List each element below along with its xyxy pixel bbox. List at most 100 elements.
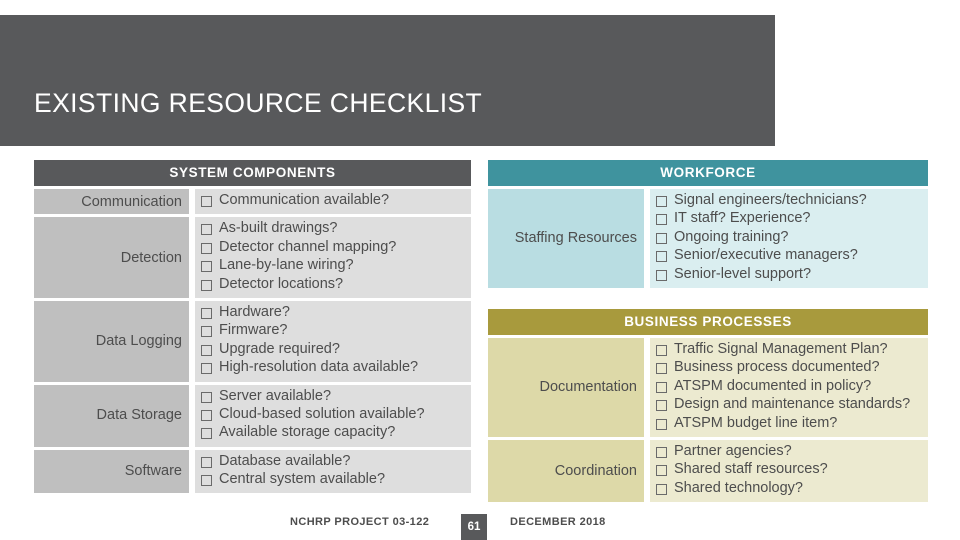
table-header-system-components: SYSTEM COMPONENTS [34,160,471,186]
checklist-item-label: Signal engineers/technicians? [674,192,867,208]
checkbox-icon[interactable] [201,456,212,468]
checkbox-icon[interactable] [201,344,212,356]
checklist-item-label: Shared staff resources? [674,461,828,478]
checkbox-icon[interactable] [656,400,667,412]
checklist-item[interactable]: IT staff? Experience? [656,210,924,227]
checkbox-icon[interactable] [656,251,667,263]
checklist-item[interactable]: Upgrade required? [201,341,467,358]
checklist-item[interactable]: Cloud-based solution available? [201,406,467,423]
checklist-item[interactable]: ATSPM documented in policy? [656,378,924,395]
checkbox-icon[interactable] [656,363,667,375]
page-title: EXISTING RESOURCE CHECKLIST [34,88,483,118]
row-checklist: Communication available? [195,189,471,215]
checklist-item[interactable]: Shared staff resources? [656,461,924,478]
row-category-label: Data Storage [34,384,189,447]
checklist-item[interactable]: Database available? [201,453,467,470]
title-band [0,15,775,146]
checklist-item[interactable]: Partner agencies? [656,443,924,460]
checklist-item[interactable]: Available storage capacity? [201,424,467,441]
table-body-system-components: Communication Communication available? Det… [34,189,471,494]
checklist-item-label: Communication available? [219,192,390,208]
checkbox-icon[interactable] [201,196,212,207]
checklist-item[interactable]: Detector locations? [201,276,467,293]
checklist-item-label: Detector channel mapping? [219,238,397,255]
checklist-item[interactable]: Design and maintenance standards? [656,396,924,413]
table-system-components: SYSTEM COMPONENTS Communication Communica… [34,160,471,494]
table-header-business-processes: BUSINESS PROCESSES [488,309,928,335]
checklist-item-label: Detector locations? [219,275,344,292]
table-row: Staffing Resources Signal engineers/techn… [488,189,928,288]
checklist-item[interactable]: Communication available? [201,192,467,209]
row-category-label: Documentation [488,338,644,437]
checkbox-icon[interactable] [201,475,212,487]
checklist-item-label: IT staff? Experience? [674,210,811,227]
checklist-item[interactable]: Central system available? [201,471,467,488]
row-checklist: Database available? Central system availa… [195,449,471,494]
table-row: Data Logging Hardware? Firmware? Upgrade re… [34,300,471,382]
checklist-item[interactable]: ATSPM budget line item? [656,415,924,432]
table-row: Coordination Partner agencies? Shared staf… [488,439,928,503]
footer-project-label: NCHRP PROJECT 03-122 [290,516,430,528]
checkbox-icon[interactable] [656,465,667,477]
checkbox-icon[interactable] [201,391,212,403]
checkbox-icon[interactable] [656,483,667,495]
slide: EXISTING RESOURCE CHECKLIST SYSTEM COMPO… [0,0,960,540]
row-category-label: Detection [34,217,189,298]
table-header-workforce: WORKFORCE [488,160,928,186]
checklist-item[interactable]: Lane-by-lane wiring? [201,257,467,274]
checklist-item-label: Server available? [219,387,332,404]
checkbox-icon[interactable] [656,345,667,356]
checklist-item-label: ATSPM documented in policy? [674,377,872,394]
row-category-label: Coordination [488,439,644,503]
checkbox-icon[interactable] [656,214,667,226]
checklist-item-label: Traffic Signal Management Plan? [674,341,888,357]
checklist-item-label: Senior-level support? [674,265,812,282]
checklist-item[interactable]: As-built drawings? [201,220,467,237]
checklist-item[interactable]: Senior-level support? [656,266,924,283]
checklist-item[interactable]: Shared technology? [656,480,924,497]
checkbox-icon[interactable] [656,232,667,244]
row-checklist: Signal engineers/technicians? IT staff? E… [650,189,928,288]
checkbox-icon[interactable] [201,307,212,319]
checklist-item-label: Upgrade required? [219,340,340,357]
checklist-item[interactable]: High-resolution data available? [201,359,467,376]
checkbox-icon[interactable] [201,224,212,236]
checklist-item-label: As-built drawings? [219,220,338,237]
checkbox-icon[interactable] [201,428,212,440]
row-category-label: Software [34,449,189,494]
checklist-item-label: ATSPM budget line item? [674,414,838,431]
table-business-processes: BUSINESS PROCESSES Documentation Traffic … [488,309,928,503]
checklist-item[interactable]: Business process documented? [656,359,924,376]
checkbox-icon[interactable] [201,363,212,375]
checkbox-icon[interactable] [201,409,212,421]
checkbox-icon[interactable] [656,418,667,430]
checklist-item[interactable]: Server available? [201,388,467,405]
checklist-item[interactable]: Ongoing training? [656,229,924,246]
checklist-item-label: Central system available? [219,471,386,488]
checkbox-icon[interactable] [656,381,667,393]
checklist-item[interactable]: Firmware? [201,322,467,339]
checklist-item-label: Cloud-based solution available? [219,405,425,422]
checkbox-icon[interactable] [201,261,212,273]
checklist-item[interactable]: Senior/executive managers? [656,247,924,264]
checklist-item-label: Senior/executive managers? [674,247,858,264]
checklist-item-label: Database available? [219,452,351,469]
checklist-item-label: Business process documented? [674,359,880,376]
checklist-item[interactable]: Signal engineers/technicians? [656,192,924,209]
checkbox-icon[interactable] [201,279,212,291]
table-row: Communication Communication available? [34,189,471,215]
row-category-label: Communication [34,189,189,215]
checklist-item-label: Shared technology? [674,479,803,496]
checklist-item[interactable]: Hardware? [201,304,467,321]
checkbox-icon[interactable] [201,326,212,338]
checkbox-icon[interactable] [656,446,667,458]
checklist-item-label: Ongoing training? [674,228,789,245]
row-checklist: Traffic Signal Management Plan? Business … [650,338,928,437]
checklist-item[interactable]: Detector channel mapping? [201,239,467,256]
checkbox-icon[interactable] [656,269,667,281]
row-checklist: Server available? Cloud-based solution av… [195,384,471,447]
checkbox-icon[interactable] [656,196,667,207]
checklist-item[interactable]: Traffic Signal Management Plan? [656,341,924,358]
checklist-item-label: Hardware? [219,303,290,320]
checkbox-icon[interactable] [201,242,212,254]
